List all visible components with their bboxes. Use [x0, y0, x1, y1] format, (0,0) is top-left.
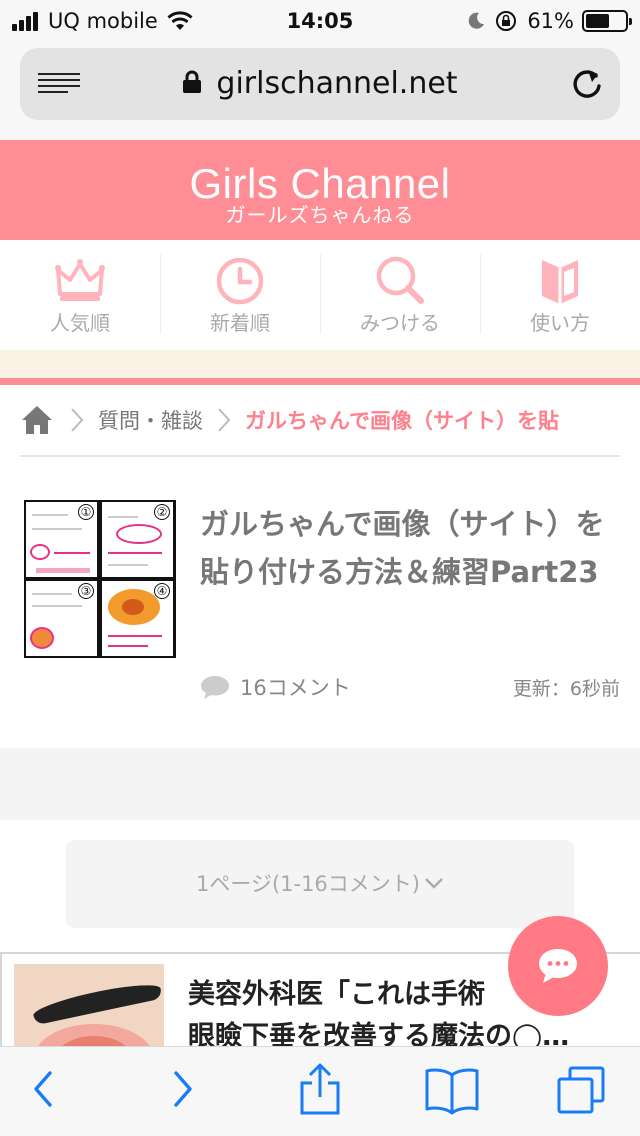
nav-item-howto[interactable]: 使い方	[480, 240, 640, 350]
clock-icon	[216, 257, 264, 305]
page-select-dropdown[interactable]: 1ページ(1-16コメント)	[66, 840, 574, 928]
header-divider	[0, 350, 640, 378]
battery-fill	[586, 14, 610, 28]
rotation-lock-icon	[496, 11, 517, 31]
chat-bubble-icon	[539, 949, 577, 983]
browser-toolbar	[0, 1046, 640, 1136]
nav-item-popular[interactable]: 人気順	[0, 240, 160, 350]
topic-thumbnail[interactable]: ① ② ③ ④	[24, 500, 176, 658]
url-text: girlschannel.net	[216, 66, 458, 101]
thumb-panel: ③	[26, 581, 97, 656]
thumb-panel: ④	[102, 581, 173, 656]
search-icon	[376, 256, 424, 304]
browser-top-bar: girlschannel.net	[0, 42, 640, 140]
nav-label-find: みつける	[360, 311, 440, 335]
brand-stripe	[0, 378, 640, 385]
back-icon[interactable]	[30, 1069, 56, 1109]
crown-icon	[55, 259, 105, 301]
moon-icon	[469, 12, 485, 29]
lock-icon	[183, 70, 202, 93]
main-nav: 人気順 新着順 みつける 使い方	[0, 240, 640, 350]
thumb-panel: ①	[26, 502, 97, 577]
topic-header: ① ② ③ ④ ガルちゃんで画像（サイト）を貼り付ける方法＆練習Part23 1…	[0, 458, 640, 748]
section-gap	[0, 748, 640, 820]
tabs-icon[interactable]	[556, 1065, 606, 1115]
updated-time: 更新：6秒前	[512, 678, 620, 700]
site-header[interactable]: Girls Channel ガールズちゃんねる	[0, 140, 640, 240]
forward-icon[interactable]	[170, 1069, 196, 1109]
status-right: 61%	[467, 6, 632, 36]
comment-count-label: 16コメント	[240, 676, 351, 700]
nav-label-popular: 人気順	[50, 311, 110, 335]
page-select-label: 1ページ(1-16コメント)	[196, 872, 420, 896]
nav-label-new: 新着順	[210, 311, 270, 335]
thumb-panel: ②	[102, 502, 173, 577]
chevron-right-icon	[218, 408, 231, 432]
breadcrumb-category[interactable]: 質問・雑談	[98, 405, 203, 435]
topic-title[interactable]: ガルちゃんで画像（サイト）を貼り付ける方法＆練習Part23	[200, 500, 620, 596]
topic-meta: 16コメント 更新：6秒前	[200, 672, 620, 702]
comment-count[interactable]: 16コメント	[200, 672, 351, 702]
thumb-number: ④	[154, 583, 170, 599]
address-bar[interactable]: girlschannel.net	[20, 48, 620, 120]
breadcrumb: 質問・雑談 ガルちゃんで画像（サイト）を貼	[20, 385, 620, 457]
site-logo: Girls Channel	[189, 160, 451, 207]
chevron-right-icon	[71, 408, 84, 432]
battery-icon	[582, 10, 632, 32]
share-icon[interactable]	[298, 1063, 342, 1117]
nav-label-howto: 使い方	[530, 311, 590, 335]
book-icon	[542, 260, 578, 304]
home-icon[interactable]	[20, 404, 54, 436]
chevron-down-icon	[425, 878, 443, 889]
nav-item-find[interactable]: みつける	[320, 240, 480, 350]
breadcrumb-current: ガルちゃんで画像（サイト）を貼	[245, 409, 559, 433]
reload-icon[interactable]	[570, 66, 604, 102]
site-logo-subtitle: ガールズちゃんねる	[225, 203, 415, 227]
thumb-number: ③	[78, 583, 94, 599]
url-display[interactable]: girlschannel.net	[20, 66, 620, 102]
bookmarks-icon[interactable]	[424, 1067, 480, 1115]
page: UQ mobile 14:05 61% girlschannel.net Gir…	[0, 0, 640, 1136]
nav-item-new[interactable]: 新着順	[160, 240, 320, 350]
thumb-number: ②	[154, 504, 170, 520]
speech-bubble-icon	[201, 676, 229, 699]
battery-percent: 61%	[527, 9, 574, 33]
thumb-number: ①	[78, 504, 94, 520]
comment-fab-button[interactable]	[508, 916, 608, 1016]
status-bar: UQ mobile 14:05 61%	[0, 0, 640, 42]
